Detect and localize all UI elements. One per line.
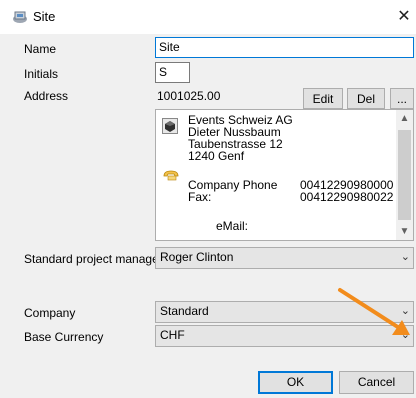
company-value: Standard bbox=[160, 304, 209, 318]
address-block: Events Schweiz AG Dieter Nussbaum Tauben… bbox=[155, 109, 414, 241]
more-button[interactable]: ... bbox=[390, 88, 414, 109]
initials-label: Initials bbox=[24, 67, 59, 81]
email-label: eMail: bbox=[216, 219, 249, 233]
name-input[interactable]: Site bbox=[155, 37, 414, 58]
name-label: Name bbox=[24, 42, 57, 56]
title-bar: Site ✕ bbox=[0, 0, 416, 34]
window-title: Site bbox=[33, 9, 56, 24]
ok-button[interactable]: OK bbox=[258, 371, 333, 394]
project-manager-value: Roger Clinton bbox=[160, 250, 234, 264]
scroll-thumb[interactable] bbox=[398, 130, 411, 220]
currency-value: CHF bbox=[160, 328, 185, 342]
chevron-down-icon: ⌄ bbox=[400, 251, 410, 263]
address-scrollbar[interactable]: ▲ ▼ bbox=[396, 110, 413, 240]
edit-button[interactable]: Edit bbox=[303, 88, 343, 109]
chevron-down-icon: ⌄ bbox=[400, 305, 410, 317]
project-manager-label: Standard project manager bbox=[24, 252, 163, 266]
fax-label: Fax: bbox=[188, 190, 212, 204]
close-icon[interactable]: ✕ bbox=[393, 6, 415, 28]
del-button[interactable]: Del bbox=[347, 88, 385, 109]
site-dialog: Site ✕ Name Site Initials S Address 1001… bbox=[0, 0, 416, 398]
contact-card-icon bbox=[162, 118, 178, 137]
cancel-button[interactable]: Cancel bbox=[339, 371, 414, 394]
company-label: Company bbox=[24, 306, 76, 320]
scroll-up-icon[interactable]: ▲ bbox=[396, 110, 413, 127]
address-label: Address bbox=[24, 89, 69, 103]
fax-value: 00412290980022 bbox=[300, 190, 394, 204]
scroll-down-icon[interactable]: ▼ bbox=[396, 223, 413, 240]
initials-input[interactable]: S bbox=[155, 62, 190, 83]
address-city: 1240 Genf bbox=[188, 149, 245, 163]
chevron-down-icon: ⌄ bbox=[400, 329, 410, 341]
site-icon bbox=[12, 10, 28, 24]
currency-label: Base Currency bbox=[24, 330, 104, 344]
project-manager-select[interactable]: Roger Clinton ⌄ bbox=[155, 247, 414, 269]
address-number: 1001025.00 bbox=[157, 89, 221, 103]
telephone-icon bbox=[162, 167, 180, 184]
currency-select[interactable]: CHF ⌄ bbox=[155, 325, 414, 347]
company-select[interactable]: Standard ⌄ bbox=[155, 301, 414, 323]
